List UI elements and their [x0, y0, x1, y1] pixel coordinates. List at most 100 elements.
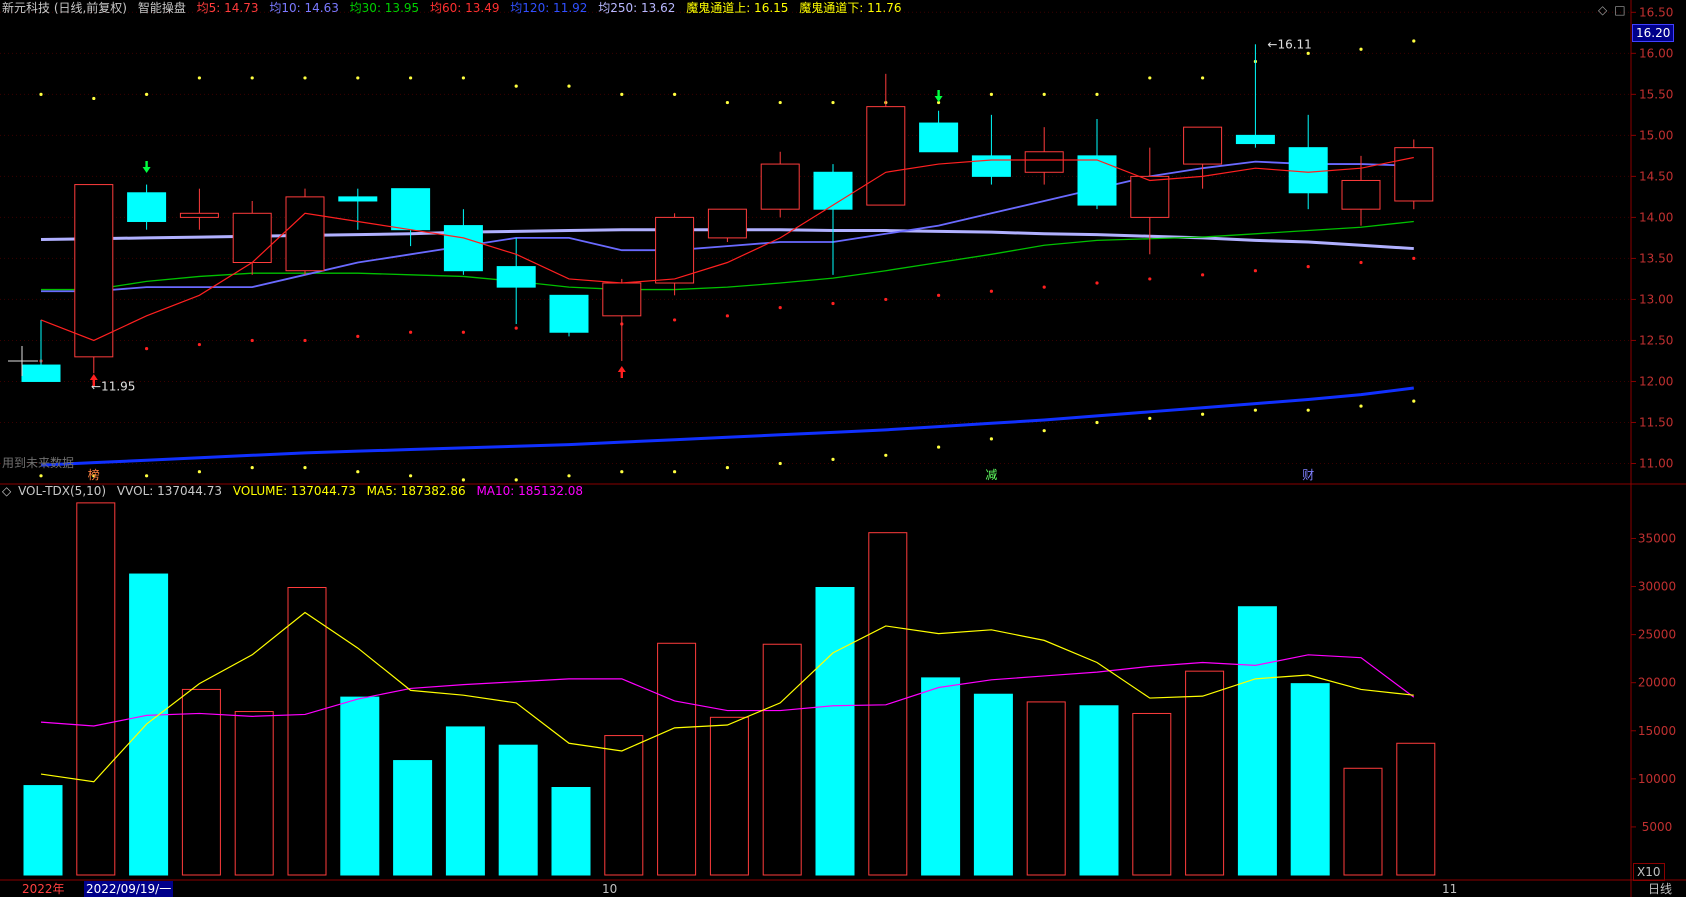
support-dot — [303, 338, 307, 343]
ma250-value: 均250: 13.62 — [598, 1, 676, 15]
volume-bar-up — [1132, 712, 1172, 876]
channel-down-dot — [725, 465, 730, 470]
channel-up-dot — [1306, 51, 1310, 55]
sell-signal-arrow-icon — [142, 161, 151, 173]
candle-down — [21, 364, 61, 382]
candle-down — [1077, 155, 1117, 206]
channel-down-dot — [1042, 429, 1046, 433]
volume-bar-up — [709, 716, 749, 876]
candle-down — [1235, 134, 1275, 145]
channel-down-value: 魔鬼通道下: 11.76 — [799, 1, 902, 15]
volume-tick-label: 10000 — [1638, 772, 1676, 786]
candle-down — [127, 192, 167, 222]
channel-down-dot — [1306, 408, 1310, 412]
volume-bar-down — [129, 573, 169, 876]
volume-bar-up — [1396, 742, 1436, 876]
volume-bar-down — [445, 726, 485, 876]
channel-down-dot — [673, 470, 677, 474]
support-dot — [1306, 265, 1310, 269]
volume-bar-down — [1079, 705, 1119, 876]
year-label: 2022年 — [22, 882, 65, 896]
vvol-value: VVOL: 137044.73 — [116, 484, 223, 498]
support-dot — [1412, 256, 1416, 261]
channel-down-dot — [884, 453, 888, 457]
restore-icon[interactable]: □ — [1614, 3, 1625, 17]
price-tick-label: 14.00 — [1639, 210, 1673, 224]
volume-bar-down — [498, 744, 538, 876]
candle-down — [496, 266, 536, 288]
channel-up-dot — [461, 76, 465, 80]
channel-down-dot — [1253, 408, 1257, 412]
indicator-name[interactable]: 智能操盘 — [138, 1, 186, 15]
channel-down-dot — [620, 470, 624, 474]
support-dot — [197, 342, 201, 347]
channel-down-dot — [39, 474, 43, 478]
channel-up-dot — [620, 92, 624, 96]
volume-bar-down — [393, 760, 433, 876]
candle-up — [707, 208, 747, 239]
support-dot — [1359, 260, 1363, 265]
price-tick-label: 12.00 — [1639, 374, 1673, 388]
vol-indicator-name[interactable]: VOL-TDX(5,10) — [18, 484, 106, 498]
ma5-value: 均5: 14.73 — [196, 1, 259, 15]
channel-down-dot — [514, 478, 518, 482]
channel-down-dot — [197, 470, 201, 474]
candle-down — [813, 171, 853, 210]
volume-tick-label: 20000 — [1638, 676, 1676, 690]
volume-bar-up — [604, 735, 644, 876]
volume-bar-down — [1290, 683, 1330, 876]
volume-tick-label: 35000 — [1638, 531, 1676, 545]
support-dot — [884, 297, 888, 302]
collapse-icon[interactable]: ◇ — [2, 484, 11, 498]
channel-up-dot — [409, 76, 413, 80]
diamond-icon[interactable]: ◇ — [1598, 3, 1607, 17]
month-10-label: 10 — [602, 882, 618, 896]
volume-bar-down — [921, 677, 961, 876]
volume-bar-down — [973, 693, 1013, 876]
channel-up-dot — [673, 92, 677, 96]
volume-bar-down — [23, 785, 63, 876]
ma120-line — [40, 386, 1414, 467]
support-dot — [409, 330, 413, 334]
support-dot — [356, 334, 360, 338]
support-dot — [461, 330, 465, 334]
stock-title[interactable]: 新元科技 (日线,前复权) — [2, 1, 127, 15]
vol-ma5-value: MA5: 187382.86 — [366, 484, 466, 498]
support-dot — [514, 326, 518, 330]
event-marker: 榜 — [88, 467, 100, 482]
channel-down-dot — [778, 461, 782, 466]
candle-up — [285, 196, 325, 272]
candle-up — [602, 282, 642, 317]
support-dot — [725, 314, 730, 318]
volume-header: ◇ VOL-TDX(5,10) VVOL: 137044.73 VOLUME: … — [2, 483, 590, 499]
buy-signal-arrow-icon — [617, 366, 626, 378]
support-dot — [989, 289, 994, 293]
channel-up-dot — [250, 76, 254, 80]
volume-bar-down — [551, 787, 591, 876]
support-dot — [1253, 269, 1257, 273]
channel-up-dot — [1201, 76, 1205, 80]
channel-up-dot — [1042, 92, 1046, 96]
volume-bar-up — [287, 587, 327, 876]
candle-up — [1183, 126, 1223, 165]
price-tick-label: 15.50 — [1639, 87, 1673, 101]
event-marker: 财 — [1302, 468, 1314, 482]
ma10-value: 均10: 14.63 — [269, 1, 339, 15]
volume-tick-label: 15000 — [1638, 724, 1676, 738]
support-dot — [1148, 277, 1152, 281]
support-dot — [778, 306, 782, 310]
volume-unit-badge[interactable]: X10 — [1633, 863, 1665, 881]
ma60-value: 均60: 13.49 — [429, 1, 500, 15]
stock-chart[interactable]: 11.00 11.50 12.00 12.50 13.00 13.50 14.00 14.50… — [0, 0, 1686, 897]
low-price-label: ←11.95 — [91, 380, 135, 394]
volume-bar-up — [1026, 701, 1066, 876]
channel-up-value: 魔鬼通道上: 16.15 — [686, 1, 789, 15]
channel-down-dot — [1359, 404, 1363, 408]
candle-down — [338, 196, 378, 202]
high-price-label: ←16.11 — [1267, 37, 1311, 51]
price-header: 新元科技 (日线,前复权) 智能操盘 均5: 14.73 均10: 14.63 … — [2, 0, 908, 16]
channel-up-dot — [1148, 76, 1152, 80]
candle-up — [866, 106, 906, 206]
sell-signal-arrow-icon — [934, 90, 943, 102]
period-label[interactable]: 日线 — [1648, 881, 1672, 897]
